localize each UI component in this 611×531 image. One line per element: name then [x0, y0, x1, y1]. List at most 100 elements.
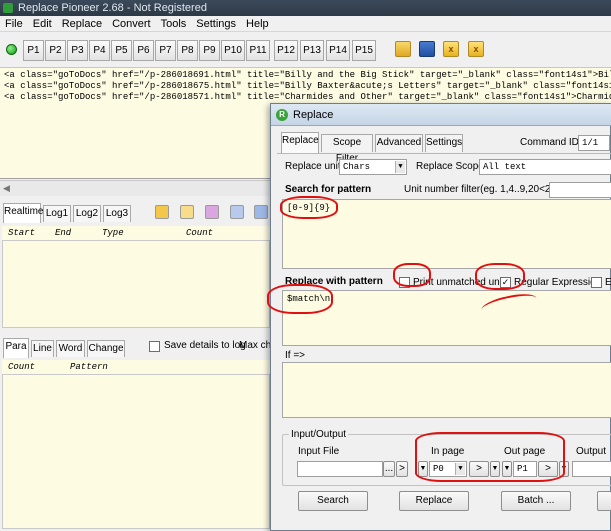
log-tabs: Realtime Log1 Log2 Log3	[0, 201, 270, 223]
search-button[interactable]: Search	[298, 491, 368, 511]
search-pattern-label: Search for pattern	[285, 184, 372, 195]
save-details-checkbox[interactable]	[149, 341, 160, 352]
menu-replace[interactable]: Replace	[57, 16, 107, 32]
input-arrow-button[interactable]: >	[396, 461, 408, 477]
replace-unit-label: Replace unit	[285, 161, 341, 172]
page-tab-p11[interactable]: P11	[246, 40, 270, 61]
output-label: Output	[576, 446, 607, 457]
save-disk-icon[interactable]	[419, 41, 435, 57]
open-folder-icon[interactable]	[395, 41, 411, 57]
tab-advanced[interactable]: Advanced	[375, 134, 423, 152]
menu-bar: File Edit Replace Convert Tools Settings Help	[0, 16, 611, 32]
scroll-left-icon[interactable]: ◀	[3, 183, 10, 194]
page-tab-p3[interactable]: P3	[67, 40, 88, 61]
page-tab-p6[interactable]: P6	[133, 40, 154, 61]
editor-line: <a class="goToDocs" href="/p-286018571.h…	[4, 92, 611, 102]
col-start: Start	[8, 228, 36, 238]
replace-dialog: R Replace Replace Scope Filter Advanced …	[267, 103, 611, 531]
page-tab-p4[interactable]: P4	[89, 40, 110, 61]
tab-line[interactable]: Line	[31, 340, 54, 357]
log-new-icon[interactable]	[180, 205, 194, 219]
log-open-icon[interactable]	[155, 205, 169, 219]
tab-realtime[interactable]: Realtime	[3, 203, 43, 223]
stats-list[interactable]	[2, 374, 270, 529]
regex-label: Regular Expression	[514, 277, 602, 288]
tab-log3[interactable]: Log3	[103, 205, 131, 222]
log-settings-icon[interactable]	[230, 205, 244, 219]
command-id-field[interactable]: 1/1	[578, 135, 610, 151]
if-condition-input[interactable]	[282, 362, 611, 418]
page-tab-p14[interactable]: P14	[326, 40, 350, 61]
col-end: End	[55, 228, 72, 238]
stats-tabs: Para Line Word Change Save details to lo…	[0, 336, 277, 358]
page-tab-p5[interactable]: P5	[111, 40, 132, 61]
menu-settings[interactable]: Settings	[191, 16, 241, 32]
extra-button[interactable]	[597, 491, 611, 511]
page-toolbar: P1 P2 P3 P4 P5 P6 P7 P8 P9 P10 P11 P12 P…	[0, 33, 611, 68]
editor-horizontal-scrollbar[interactable]: ◀	[0, 180, 270, 196]
window-title: Replace Pioneer 2.68 - Not Registered	[18, 2, 207, 14]
editor-line: <a class="goToDocs" href="/p-286018691.h…	[4, 70, 611, 80]
page-tab-p2[interactable]: P2	[45, 40, 66, 61]
col-count: Count	[186, 228, 214, 238]
extra-option-label: E	[605, 277, 611, 288]
unit-filter-field[interactable]	[549, 182, 611, 198]
save-details-label: Save details to log	[164, 340, 246, 351]
page-tab-p7[interactable]: P7	[155, 40, 176, 61]
tab-log1[interactable]: Log1	[43, 205, 71, 222]
replace-unit-select[interactable]: Chars ▼	[339, 159, 407, 175]
tool-x2-icon[interactable]: x	[468, 41, 484, 57]
dialog-title: Replace	[293, 109, 334, 121]
page-tab-p13[interactable]: P13	[300, 40, 324, 61]
page-tab-p1[interactable]: P1	[23, 40, 44, 61]
output-field[interactable]	[572, 461, 611, 477]
col-count: Count	[8, 362, 36, 372]
menu-edit[interactable]: Edit	[28, 16, 57, 32]
annotation-circle-replace	[267, 284, 333, 314]
log-header: Start End Type Count	[2, 226, 270, 240]
tab-log2[interactable]: Log2	[73, 205, 101, 222]
stats-header: Count Pattern	[2, 360, 270, 374]
batch-button[interactable]: Batch ...	[501, 491, 571, 511]
col-pattern: Pattern	[70, 362, 108, 372]
tool-x-icon[interactable]: x	[443, 41, 459, 57]
page-tab-p9[interactable]: P9	[199, 40, 220, 61]
tab-word[interactable]: Word	[56, 340, 85, 357]
menu-convert[interactable]: Convert	[107, 16, 156, 32]
tab-settings[interactable]: Settings	[425, 134, 463, 152]
page-tab-p10[interactable]: P10	[221, 40, 245, 61]
menu-file[interactable]: File	[0, 16, 28, 32]
log-list[interactable]	[2, 240, 270, 328]
replace-scope-label: Replace Scope	[416, 161, 484, 172]
app-icon	[3, 3, 13, 13]
tab-change[interactable]: Change	[87, 340, 125, 357]
replace-unit-value: Chars	[343, 162, 371, 172]
input-file-field[interactable]	[297, 461, 383, 477]
page-tab-p12[interactable]: P12	[274, 40, 298, 61]
tab-scope-filter[interactable]: Scope Filter	[321, 134, 373, 164]
log-filter-icon[interactable]	[205, 205, 219, 219]
tab-replace[interactable]: Replace	[281, 132, 319, 153]
dialog-title-bar[interactable]: R Replace	[271, 104, 611, 126]
menu-tools[interactable]: Tools	[156, 16, 192, 32]
log-export-icon[interactable]	[254, 205, 268, 219]
extra-option-checkbox[interactable]	[591, 277, 602, 288]
page-tab-p15[interactable]: P15	[352, 40, 376, 61]
page-tab-p8[interactable]: P8	[177, 40, 198, 61]
chevron-down-icon: ▼	[395, 161, 405, 173]
replace-button[interactable]: Replace	[399, 491, 469, 511]
annotation-circle-search	[280, 196, 338, 219]
if-label: If =>	[285, 350, 306, 361]
main-title-bar: Replace Pioneer 2.68 - Not Registered	[0, 0, 611, 16]
input-file-label: Input File	[298, 446, 340, 457]
annotation-circle-regex	[475, 263, 525, 290]
replace-scope-select[interactable]: All text	[479, 159, 611, 175]
tab-para[interactable]: Para	[3, 338, 29, 358]
editor-line: <a class="goToDocs" href="/p-286018675.h…	[4, 81, 611, 91]
col-type: Type	[102, 228, 124, 238]
annotation-circle-unmatched	[393, 263, 431, 287]
browse-input-button[interactable]: ...	[383, 461, 395, 477]
green-status-icon	[6, 44, 17, 55]
menu-help[interactable]: Help	[241, 16, 274, 32]
input-output-label: Input/Output	[289, 429, 349, 440]
